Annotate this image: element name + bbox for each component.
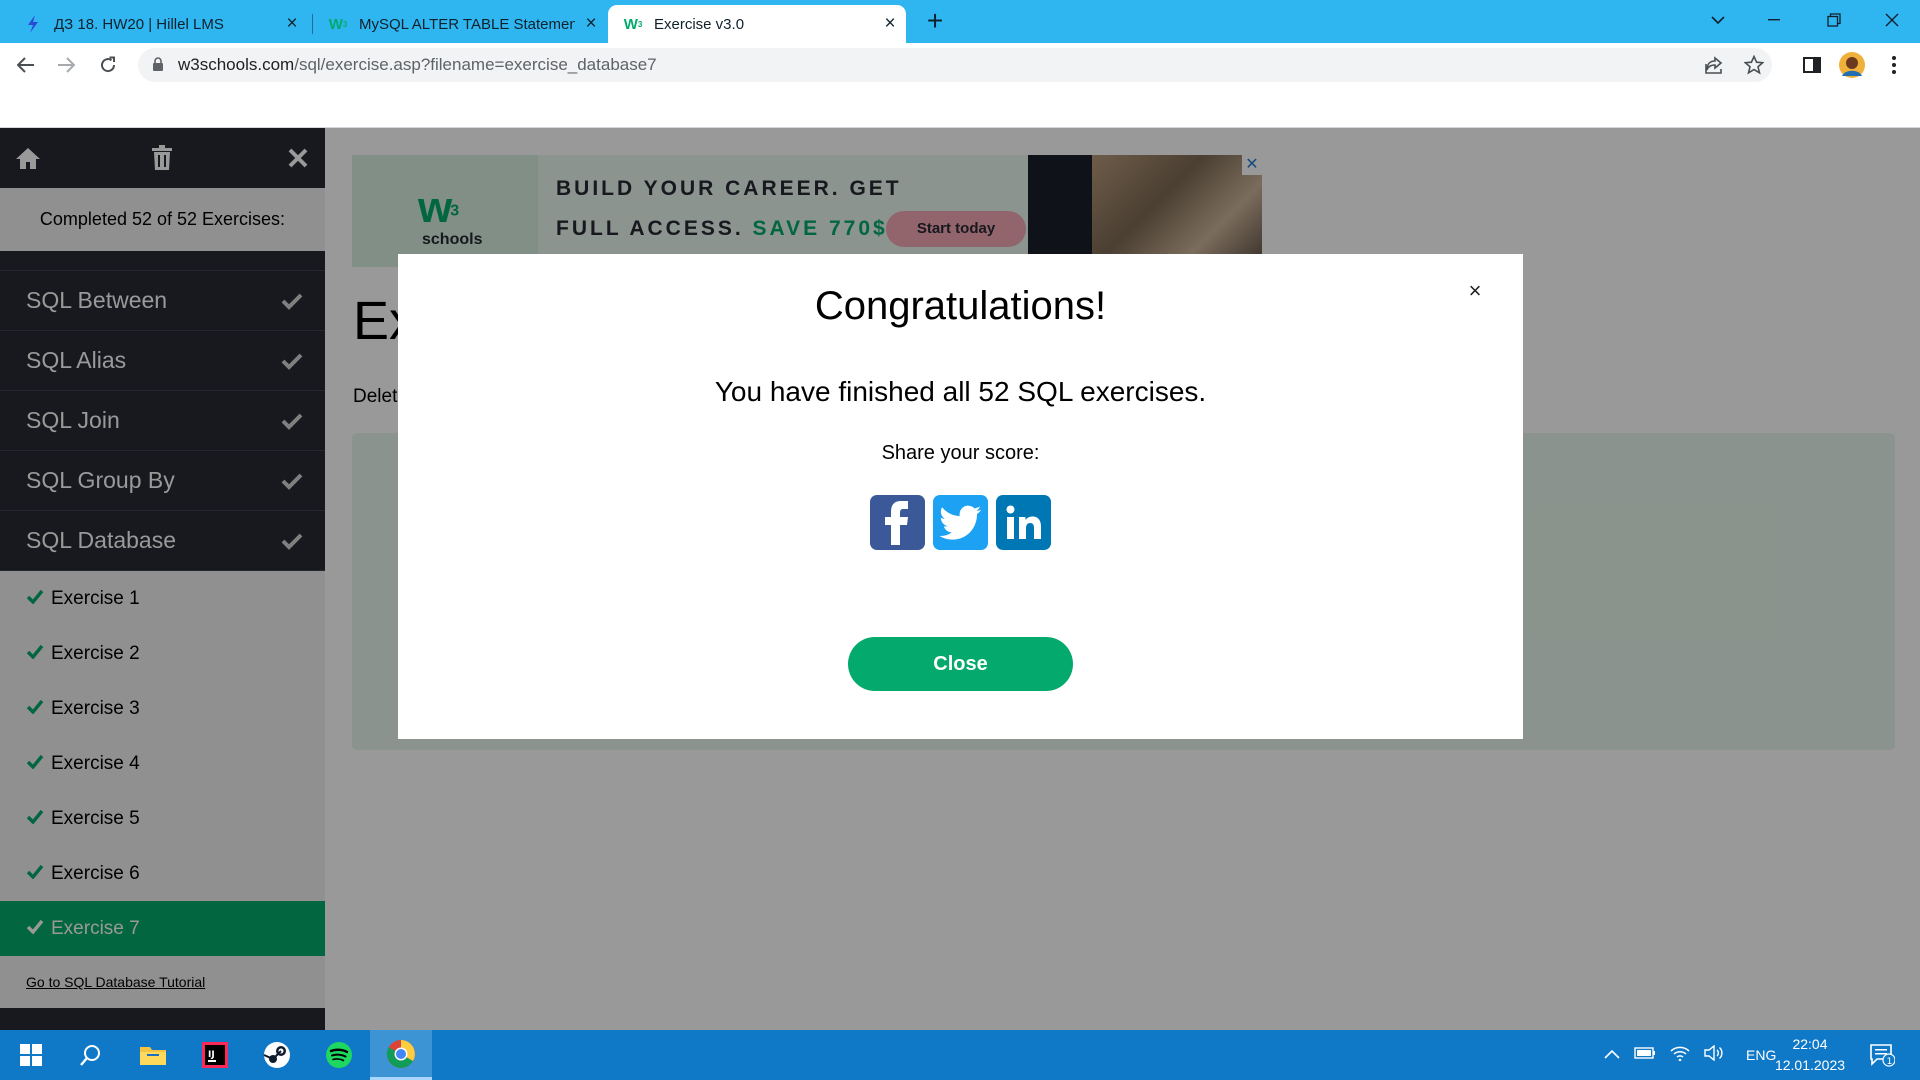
search-icon[interactable] (60, 1030, 122, 1080)
modal-title: Congratulations! (814, 284, 1107, 328)
notification-count: 1 (1887, 1057, 1893, 1067)
file-explorer-icon[interactable] (122, 1030, 184, 1080)
hillel-icon (24, 15, 42, 33)
volume-icon[interactable] (1704, 1044, 1724, 1066)
notification-icon[interactable]: 1 (1866, 1040, 1898, 1070)
tab-close-icon[interactable]: × (276, 13, 308, 35)
tab-search-icon[interactable] (1690, 0, 1746, 40)
share-icon[interactable] (1704, 55, 1724, 80)
bookmark-star-icon[interactable] (1743, 54, 1765, 80)
system-tray: ENG (1604, 1030, 1776, 1080)
tab-title: Exercise v3.0 (654, 15, 745, 33)
tab-close-icon[interactable]: × (575, 13, 607, 35)
linkedin-icon[interactable] (996, 495, 1051, 550)
tab-mysql-alter[interactable]: W3 MySQL ALTER TABLE Statement × (313, 5, 607, 43)
tab-hillel[interactable]: ДЗ 18. HW20 | Hillel LMS × (8, 5, 308, 43)
minimize-icon[interactable] (1746, 0, 1802, 40)
profile-avatar[interactable] (1836, 49, 1868, 81)
url-path: /sql/exercise.asp?filename=exercise_data… (294, 55, 657, 74)
intellij-icon[interactable]: IJ (184, 1030, 246, 1080)
tab-exercise[interactable]: W3 Exercise v3.0 × (608, 5, 906, 43)
w3schools-icon: W3 (328, 15, 348, 33)
svg-text:IJ: IJ (208, 1050, 215, 1060)
reload-icon[interactable] (92, 49, 124, 81)
restore-icon[interactable] (1806, 0, 1862, 40)
congratulations-modal: × Congratulations! You have finished all… (398, 254, 1523, 739)
share-buttons (870, 495, 1051, 550)
share-label: Share your score: (881, 442, 1040, 464)
steam-icon[interactable] (246, 1030, 308, 1080)
clock-date: 12.01.2023 (1774, 1057, 1846, 1073)
windows-taskbar: IJ ENG 22:04 12.01.2023 1 (0, 1030, 1920, 1080)
browser-toolbar: w3schools.com/sql/exercise.asp?filename=… (0, 43, 1920, 85)
modal-close-button[interactable]: Close (848, 637, 1073, 691)
forward-icon[interactable] (50, 49, 82, 81)
window-close-icon[interactable] (1864, 0, 1920, 40)
chevron-up-icon[interactable] (1604, 1046, 1620, 1064)
tab-title: MySQL ALTER TABLE Statement (359, 15, 575, 33)
windows-start-icon[interactable] (0, 1030, 62, 1080)
bookmark-bar (0, 85, 1920, 128)
back-icon[interactable] (10, 49, 42, 81)
modal-message: You have finished all 52 SQL exercises. (714, 376, 1207, 407)
w3schools-icon: W3 (623, 15, 643, 33)
side-panel-icon[interactable] (1796, 49, 1828, 81)
twitter-icon[interactable] (933, 495, 988, 550)
clock-time: 22:04 (1792, 1036, 1828, 1052)
lock-icon[interactable] (152, 57, 164, 77)
url-text[interactable]: w3schools.com/sql/exercise.asp?filename=… (178, 48, 657, 82)
url-host: w3schools.com (178, 55, 295, 74)
wifi-icon[interactable] (1670, 1045, 1690, 1066)
facebook-icon[interactable] (870, 495, 925, 550)
address-bar[interactable]: w3schools.com/sql/exercise.asp?filename=… (138, 48, 1772, 82)
tab-close-icon[interactable]: × (874, 13, 906, 35)
browser-tab-strip: ДЗ 18. HW20 | Hillel LMS × W3 MySQL ALTE… (0, 0, 1920, 43)
tab-title: ДЗ 18. HW20 | Hillel LMS (54, 15, 224, 33)
chrome-menu-icon[interactable] (1878, 49, 1910, 81)
battery-icon[interactable] (1634, 1046, 1656, 1064)
new-tab-button[interactable]: + (918, 6, 952, 36)
chrome-taskbar-icon[interactable] (370, 1030, 432, 1080)
system-clock[interactable]: 22:04 12.01.2023 (1770, 1034, 1850, 1076)
spotify-icon[interactable] (308, 1030, 370, 1080)
